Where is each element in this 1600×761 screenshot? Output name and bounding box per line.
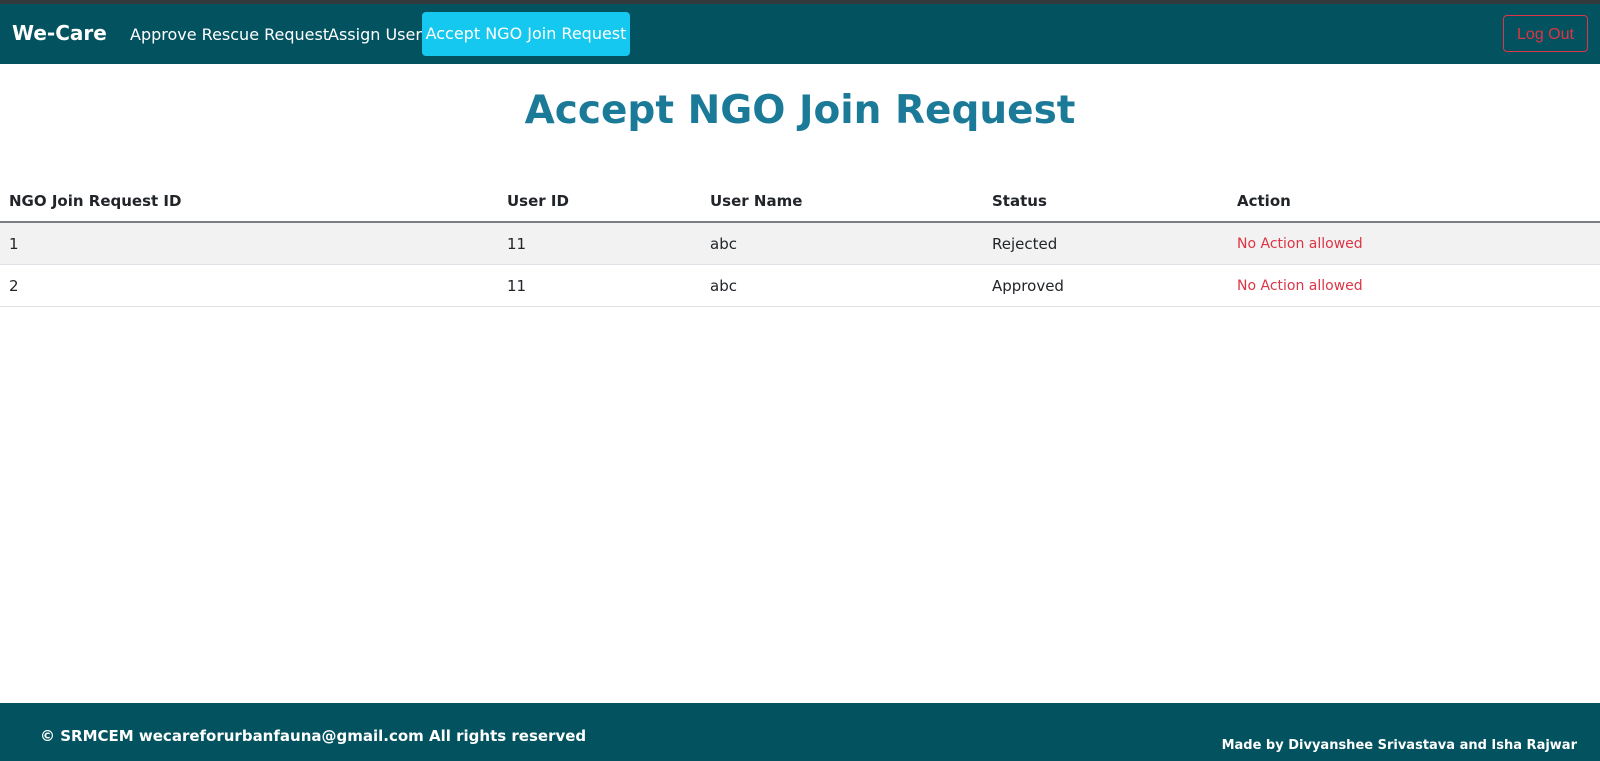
header-status: Status	[992, 192, 1047, 210]
footer-credits: Made by Divyanshee Srivastava and Isha R…	[1221, 738, 1577, 753]
table-header-row: NGO Join Request ID User ID User Name St…	[0, 179, 1600, 223]
nav-link-accept-ngo-join-request[interactable]: Accept NGO Join Request	[422, 12, 630, 56]
nav-link-assign-user[interactable]: Assign User	[328, 25, 422, 44]
brand-logo[interactable]: We-Care	[12, 21, 107, 45]
cell-user-id: 11	[507, 235, 527, 253]
header-user-id: User ID	[507, 192, 569, 210]
table-row: 1 11 abc Rejected No Action allowed	[0, 223, 1600, 265]
table-row: 2 11 abc Approved No Action allowed	[0, 265, 1600, 307]
header-action: Action	[1237, 192, 1291, 210]
cell-request-id: 2	[9, 277, 19, 295]
cell-status: Rejected	[992, 235, 1058, 253]
ngo-join-request-table: NGO Join Request ID User ID User Name St…	[0, 179, 1600, 307]
footer: © SRMCEM wecareforurbanfauna@gmail.com A…	[0, 703, 1600, 761]
cell-user-name: abc	[710, 277, 737, 295]
cell-action: No Action allowed	[1237, 278, 1363, 294]
cell-status: Approved	[992, 277, 1064, 295]
header-user-name: User Name	[710, 192, 803, 210]
cell-request-id: 1	[9, 235, 19, 253]
cell-action: No Action allowed	[1237, 236, 1363, 252]
nav-link-approve-rescue-request[interactable]: Approve Rescue Request	[130, 25, 329, 44]
cell-user-name: abc	[710, 235, 737, 253]
cell-user-id: 11	[507, 277, 527, 295]
page-title: Accept NGO Join Request	[524, 88, 1076, 133]
footer-copyright: © SRMCEM wecareforurbanfauna@gmail.com A…	[40, 727, 587, 745]
logout-button[interactable]: Log Out	[1503, 15, 1588, 52]
navbar: We-Care Approve Rescue Request Assign Us…	[0, 4, 1600, 64]
header-ngo-join-request-id: NGO Join Request ID	[9, 192, 182, 210]
